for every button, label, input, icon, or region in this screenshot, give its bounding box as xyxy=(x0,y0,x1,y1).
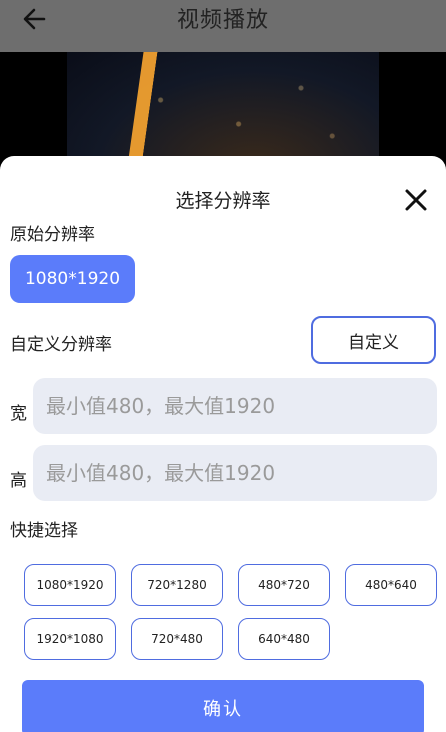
quick-option-720x1280[interactable]: 720*1280 xyxy=(131,564,223,606)
video-frame xyxy=(53,52,379,172)
custom-resolution-label: 自定义分辨率 xyxy=(10,335,112,355)
page-title: 视频播放 xyxy=(176,8,269,33)
height-input[interactable] xyxy=(33,445,437,501)
video-player[interactable] xyxy=(0,52,446,172)
quick-option-480x640[interactable]: 480*640 xyxy=(345,564,437,606)
quick-select-label: 快捷选择 xyxy=(10,521,78,541)
resolution-sheet: 选择分辨率 原始分辨率 1080*1920 自定义分辨率 自定义 宽 高 快捷选… xyxy=(0,156,446,732)
original-resolution-chip[interactable]: 1080*1920 xyxy=(10,255,135,303)
quick-option-640x480[interactable]: 640*480 xyxy=(238,618,330,660)
width-input[interactable] xyxy=(33,378,437,434)
close-button[interactable] xyxy=(402,186,430,214)
quick-option-480x720[interactable]: 480*720 xyxy=(238,564,330,606)
quick-option-1920x1080[interactable]: 1920*1080 xyxy=(24,618,116,660)
video-highlight xyxy=(53,52,161,172)
custom-resolution-button[interactable]: 自定义 xyxy=(311,316,436,364)
height-label: 高 xyxy=(10,471,27,491)
top-app-bar: 视频播放 xyxy=(0,0,446,52)
sheet-title: 选择分辨率 xyxy=(175,190,271,212)
close-icon xyxy=(405,189,427,211)
width-label: 宽 xyxy=(10,404,27,424)
quick-option-720x480[interactable]: 720*480 xyxy=(131,618,223,660)
original-resolution-label: 原始分辨率 xyxy=(10,225,95,245)
confirm-button[interactable]: 确认 xyxy=(22,680,424,732)
quick-option-1080x1920[interactable]: 1080*1920 xyxy=(24,564,116,606)
